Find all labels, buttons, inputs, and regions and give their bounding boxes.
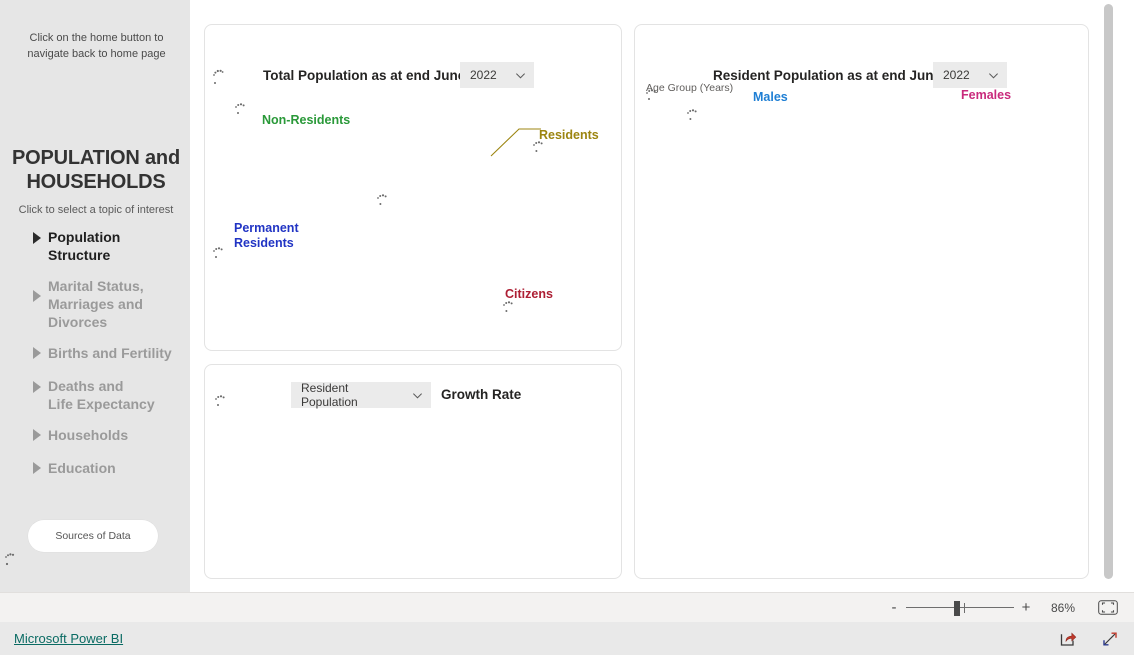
chart-label-females: Females — [961, 88, 1012, 102]
sidebar-item-label: Births and Fertility — [48, 345, 172, 361]
status-bar: - + 86% — [0, 592, 1134, 622]
resident-population-panel: Resident Population as at end June 2022 … — [634, 24, 1089, 579]
sidebar-item-births-and-fertility[interactable]: Births and Fertility — [0, 344, 190, 364]
chart-label-residents: Residents — [539, 128, 599, 142]
zoom-out-button[interactable]: - — [886, 597, 902, 619]
share-button[interactable] — [1058, 629, 1078, 649]
home-button-hint: Click on the home button to navigate bac… — [27, 32, 166, 60]
age-group-axis-caption: Age Group (Years) — [646, 82, 734, 94]
sidebar-item-label: Education — [48, 460, 116, 476]
triangle-right-icon — [33, 347, 41, 359]
total-population-title: Total Population as at end June — [263, 68, 466, 83]
growth-rate-measure-dropdown[interactable]: Resident Population — [291, 381, 431, 409]
triangle-right-icon — [33, 462, 41, 474]
sidebar-item-label: Deaths and Life Expectancy — [48, 378, 155, 412]
dropdown-value: 2022 — [470, 68, 497, 82]
topic-nav-list: Population Structure Marital Status, Mar… — [0, 228, 190, 492]
loading-spinner-icon — [210, 65, 232, 91]
sidebar-item-households[interactable]: Households — [0, 426, 190, 446]
sidebar: Click on the home button to navigate bac… — [0, 0, 190, 592]
sidebar-item-marital-status[interactable]: Marital Status, Marriages and Divorces — [0, 277, 190, 331]
zoom-level-value: 86% — [1050, 600, 1076, 615]
dropdown-value: Resident Population — [301, 381, 358, 409]
sources-of-data-button[interactable]: Sources of Data — [28, 520, 158, 552]
chart-label-males: Males — [753, 90, 788, 104]
loading-spinner-icon — [211, 243, 233, 269]
zoom-slider[interactable] — [906, 597, 1014, 619]
triangle-right-icon — [33, 290, 41, 302]
sidebar-item-label: Marital Status, Marriages and Divorces — [48, 278, 144, 330]
sidebar-item-label: Households — [48, 427, 129, 443]
power-bi-report-viewer: Click on the home button to navigate bac… — [0, 0, 1134, 655]
fit-to-page-button[interactable] — [1096, 599, 1120, 617]
resident-population-year-dropdown[interactable]: 2022 — [933, 62, 1007, 88]
zoom-slider-tick — [964, 602, 965, 613]
chart-label-non-residents: Non-Residents — [262, 113, 351, 127]
footer-bar: Microsoft Power BI — [0, 622, 1134, 655]
zoom-slider-thumb[interactable] — [954, 600, 960, 616]
sidebar-item-population-structure[interactable]: Population Structure — [0, 228, 190, 264]
loading-spinner-icon — [2, 548, 24, 574]
microsoft-power-bi-link[interactable]: Microsoft Power BI — [14, 631, 123, 646]
resident-population-title: Resident Population as at end June — [713, 68, 942, 83]
growth-rate-panel: Resident Population Growth Rate — [204, 364, 622, 579]
growth-rate-title: Growth Rate — [441, 387, 522, 402]
fullscreen-button[interactable] — [1100, 629, 1120, 649]
topic-selection-hint: Click to select a topic of interest — [18, 204, 174, 216]
vertical-scrollbar[interactable] — [1104, 0, 1113, 592]
page-title-line-1: POPULATION and — [12, 147, 180, 169]
loading-spinner-icon — [233, 99, 255, 125]
loading-spinner-icon — [213, 391, 235, 417]
loading-spinner-icon — [685, 105, 707, 131]
chevron-down-icon — [413, 392, 422, 399]
footer-actions — [1058, 629, 1120, 649]
total-population-panel: Total Population as at end June 2022 Non… — [204, 24, 622, 351]
triangle-right-icon — [33, 429, 41, 441]
zoom-slider-track — [906, 606, 1014, 608]
sidebar-item-label: Population Structure — [48, 229, 121, 263]
total-population-year-dropdown[interactable]: 2022 — [460, 62, 534, 88]
sidebar-item-deaths-and-life-expectancy[interactable]: Deaths and Life Expectancy — [0, 377, 190, 413]
page-title: POPULATION and HOUSEHOLDS — [6, 146, 186, 194]
loading-spinner-icon — [375, 190, 397, 216]
page-title-line-2: HOUSEHOLDS — [26, 171, 166, 193]
sidebar-item-education[interactable]: Education — [0, 459, 190, 479]
fit-to-page-icon — [1098, 600, 1118, 615]
dropdown-value: 2022 — [943, 68, 970, 82]
zoom-in-button[interactable]: + — [1018, 597, 1034, 619]
share-icon — [1060, 631, 1077, 646]
chart-label-citizens: Citizens — [505, 287, 553, 301]
report-canvas: Click on the home button to navigate bac… — [0, 0, 1120, 592]
chevron-down-icon — [989, 72, 998, 79]
vertical-scrollbar-thumb[interactable] — [1104, 4, 1113, 579]
triangle-right-icon — [33, 381, 41, 393]
chart-label-permanent-residents: Permanent Residents — [234, 221, 299, 250]
fullscreen-icon — [1103, 632, 1117, 645]
chevron-down-icon — [516, 72, 525, 79]
triangle-right-icon — [33, 232, 41, 244]
